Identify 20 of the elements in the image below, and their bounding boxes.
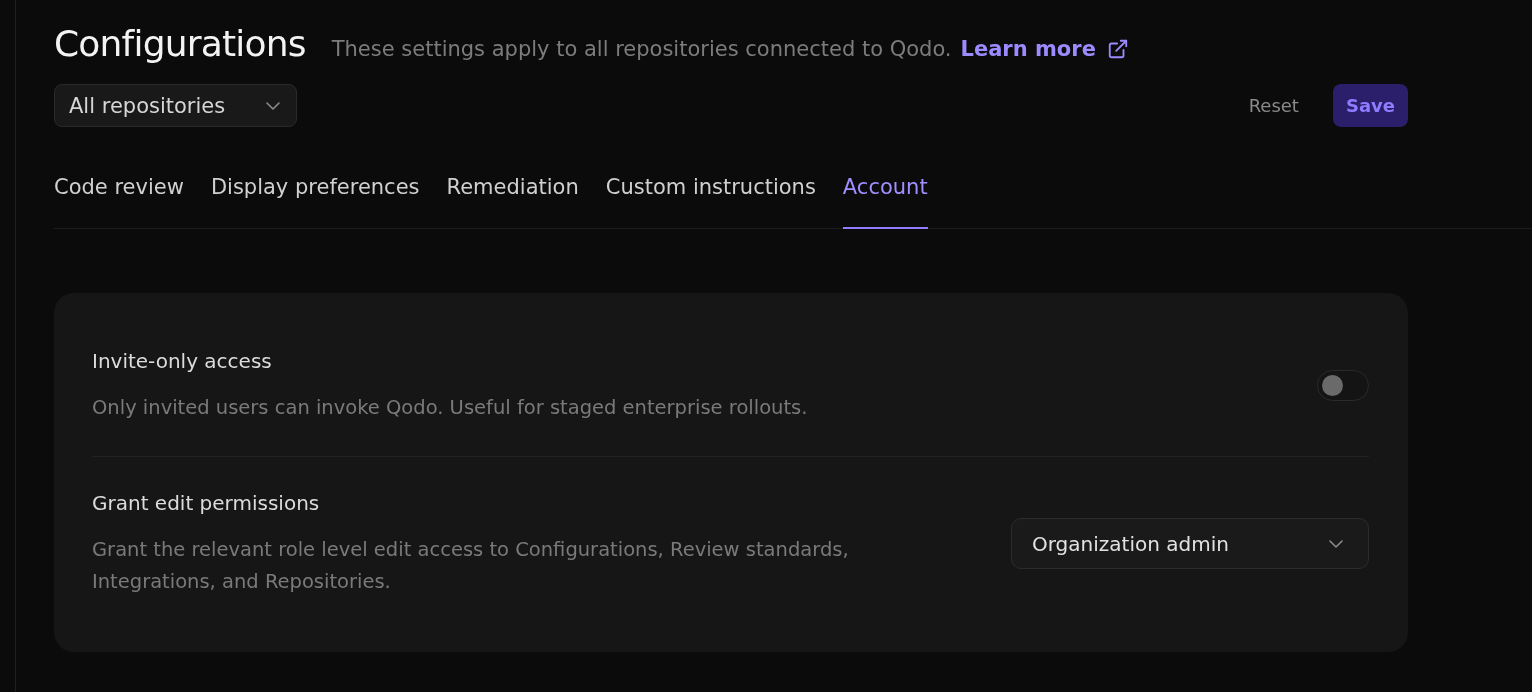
learn-more-link[interactable]: Learn more (960, 37, 1129, 61)
setting-title: Invite-only access (92, 348, 273, 375)
repository-dropdown[interactable]: All repositories (54, 84, 297, 127)
reset-button[interactable]: Reset (1235, 84, 1312, 127)
settings-tab[interactable]: Custom instructions (605, 149, 816, 229)
chevron-down-icon (1329, 539, 1343, 548)
setting-description: Only invited users can invoke Qodo. Useful for staged enterprise rollouts. (92, 395, 808, 421)
chevron-down-icon (266, 101, 280, 110)
role-dropdown[interactable]: Organization admin (1011, 518, 1369, 569)
external-link-icon (1106, 38, 1129, 60)
toggle-switch[interactable] (1317, 370, 1369, 401)
setting-description: Grant the relevant role level edit access to Configurations, Review standards, Integrations, and Repositories. (92, 537, 850, 595)
page-description: These settings apply to all repositories connected to Qodo. (331, 37, 952, 61)
settings-tab[interactable]: Code review (54, 149, 184, 229)
page-title: Configurations (54, 22, 306, 66)
setting-title: Grant edit permissions (92, 490, 321, 517)
settings-tab[interactable]: Display preferences (210, 149, 420, 229)
settings-tab[interactable]: Account (842, 149, 928, 229)
settings-tab[interactable]: Remediation (446, 149, 579, 229)
save-button[interactable]: Save (1332, 84, 1408, 127)
